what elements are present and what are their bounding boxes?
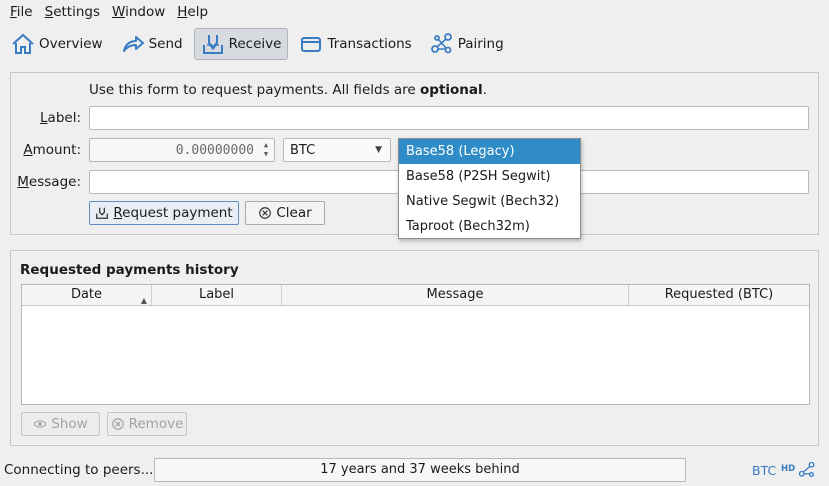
request-payment-button[interactable]: Request payment — [89, 201, 239, 225]
column-header-label[interactable]: Label — [152, 285, 282, 305]
menu-file-label: ile — [16, 4, 33, 20]
clear-circle-x-icon — [259, 207, 272, 219]
intro-bold: optional — [420, 82, 483, 98]
address-type-option[interactable]: Native Segwit (Bech32) — [399, 189, 580, 214]
column-header-requested[interactable]: Requested (BTC) — [629, 285, 809, 305]
column-label-label: Label — [198, 287, 235, 302]
eye-icon — [33, 420, 47, 428]
intro-suffix: . — [482, 82, 487, 98]
menu-window[interactable]: Window — [106, 4, 171, 20]
unit-select-value: BTC — [290, 142, 316, 158]
remove-label: Remove — [128, 416, 184, 432]
menu-settings-label: ettings — [53, 4, 100, 20]
message-field-label: Message: — [11, 174, 81, 190]
address-type-option[interactable]: Taproot (Bech32m) — [399, 214, 580, 239]
menu-bar: File Settings Window Help — [0, 0, 829, 24]
tab-overview-label: Overview — [39, 36, 103, 52]
menu-help-mnemonic: H — [177, 4, 188, 20]
column-header-date[interactable]: Date ▲ — [22, 285, 152, 305]
hd-wallet-icon: HD — [781, 464, 796, 474]
toolbar: Overview Send Receive Transactions Pairi… — [0, 26, 829, 62]
menu-help[interactable]: Help — [171, 4, 214, 20]
pairing-nodes-icon — [430, 33, 452, 54]
clear-label: Clear — [276, 205, 312, 221]
tab-transactions[interactable]: Transactions — [292, 28, 418, 60]
receive-inbox-icon — [202, 35, 223, 54]
sync-progress-bar: 17 years and 37 weeks behind — [154, 458, 686, 482]
address-type-dropdown[interactable]: Base58 (Legacy) Base58 (P2SH Segwit) Nat… — [398, 138, 581, 239]
amount-mnemonic: A — [23, 142, 33, 158]
history-title: Requested payments history — [20, 262, 239, 278]
address-type-option[interactable]: Base58 (Legacy) — [399, 139, 580, 164]
label-field-label: Label: — [11, 110, 81, 126]
chevron-down-icon: ▼ — [375, 145, 382, 155]
remove-circle-x-icon — [111, 418, 124, 430]
menu-window-label: indow — [125, 4, 166, 20]
status-bar: Connecting to peers... 17 years and 37 w… — [0, 456, 829, 484]
network-connections-icon[interactable] — [798, 461, 816, 479]
menu-settings-mnemonic: S — [44, 4, 54, 20]
column-date-label: Date — [70, 287, 103, 302]
message-text: essage: — [28, 174, 81, 190]
tab-pairing-label: Pairing — [457, 36, 504, 52]
table-header: Date ▲ Label Message Requested (BTC) — [22, 285, 809, 306]
intro-text: Use this form to request payments. All f… — [89, 82, 421, 98]
show-label: Show — [51, 416, 88, 432]
unit-select[interactable]: BTC ▼ — [283, 138, 391, 162]
tab-send-label: Send — [148, 36, 183, 52]
transactions-card-icon — [301, 37, 322, 52]
show-button[interactable]: Show — [21, 412, 100, 436]
spin-down-icon[interactable]: ▼ — [264, 150, 268, 159]
amount-spinner[interactable]: ▲ ▼ — [259, 140, 273, 160]
tab-receive-label: Receive — [228, 36, 282, 52]
tab-transactions-label: Transactions — [327, 36, 412, 52]
menu-help-label: elp — [187, 4, 209, 20]
tab-overview[interactable]: Overview — [4, 28, 110, 60]
send-arrow-icon — [122, 36, 144, 52]
menu-file[interactable]: File — [4, 4, 39, 20]
receive-inbox-icon — [96, 207, 109, 219]
form-intro: Use this form to request payments. All f… — [89, 82, 487, 98]
sync-progress-text: 17 years and 37 weeks behind — [320, 462, 520, 477]
column-message-label: Message — [426, 287, 484, 302]
column-header-message[interactable]: Message — [282, 285, 629, 305]
status-text: Connecting to peers... — [4, 462, 154, 478]
amount-text: mount: — [32, 142, 81, 158]
address-type-option[interactable]: Base58 (P2SH Segwit) — [399, 164, 580, 189]
message-mnemonic: M — [17, 174, 29, 190]
request-mnemonic: R — [113, 205, 123, 221]
remove-button[interactable]: Remove — [107, 412, 187, 436]
spin-up-icon[interactable]: ▲ — [264, 141, 268, 150]
tab-receive[interactable]: Receive — [193, 28, 289, 60]
requested-payments-panel: Requested payments history Date ▲ Label … — [10, 250, 819, 446]
tab-pairing[interactable]: Pairing — [423, 28, 511, 60]
menu-window-mnemonic: W — [112, 4, 126, 20]
menu-settings[interactable]: Settings — [39, 4, 106, 20]
label-text: abel: — [47, 110, 81, 126]
amount-input[interactable]: 0.00000000 ▲ ▼ — [89, 138, 275, 162]
amount-field-label: Amount: — [11, 142, 81, 158]
payments-table[interactable]: Date ▲ Label Message Requested (BTC) — [21, 284, 810, 405]
menu-file-mnemonic: F — [10, 4, 17, 20]
amount-value: 0.00000000 — [175, 142, 254, 158]
display-unit-label[interactable]: BTC — [752, 463, 776, 478]
column-requested-label: Requested (BTC) — [664, 287, 774, 302]
clear-button[interactable]: Clear — [245, 201, 325, 225]
sort-ascending-icon: ▲ — [140, 296, 147, 305]
label-mnemonic: L — [40, 110, 48, 126]
request-payment-label: equest payment — [122, 205, 233, 221]
tab-send[interactable]: Send — [114, 28, 190, 60]
home-icon — [12, 33, 34, 54]
label-input[interactable] — [89, 106, 809, 130]
